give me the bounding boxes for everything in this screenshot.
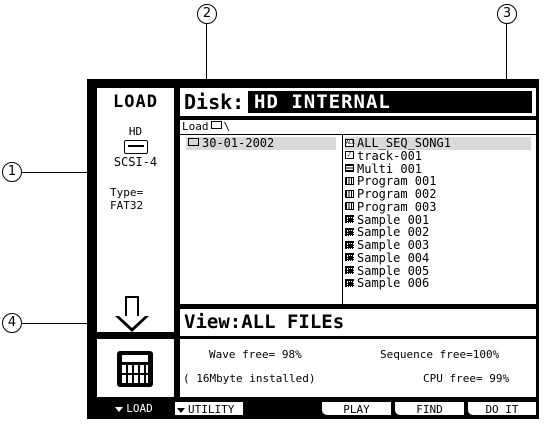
tab-utility[interactable]: UTILITY <box>174 401 244 416</box>
filesystem-type: Type= FAT32 <box>110 186 143 212</box>
function-key-bar: LOAD UTILITY PLAY FIND DO IT <box>90 401 538 417</box>
play-button[interactable]: PLAY <box>321 401 392 416</box>
folder-icon <box>188 138 199 146</box>
path-separator: \ <box>223 120 231 133</box>
program-icon <box>345 202 354 211</box>
sampler-icon-box <box>97 339 174 397</box>
down-arrow-icon <box>125 296 139 318</box>
sampler-icon <box>117 351 153 387</box>
tab-utility-label: UTILITY <box>188 403 235 416</box>
callout-1: 1 <box>2 162 22 182</box>
sample-icon <box>345 266 354 274</box>
path-root: Load <box>182 120 209 133</box>
file-list: ALL_SEQ_SONG1track-001Multi 001Program 0… <box>345 135 533 304</box>
file-item[interactable]: Sample 006 <box>345 277 531 290</box>
sample-icon <box>345 240 354 249</box>
sample-icon <box>345 278 354 287</box>
sequence-free: Sequence free=100% <box>380 348 500 361</box>
down-arrow-head-fill <box>119 316 145 328</box>
cpu-free: CPU free= 99% <box>423 372 510 385</box>
multi-icon <box>345 164 354 172</box>
program-icon <box>345 176 354 185</box>
wave-free: Wave free= 98% <box>209 348 302 361</box>
tab-load-label: LOAD <box>126 402 153 415</box>
type-value: FAT32 <box>110 199 144 212</box>
disk-field[interactable]: HD INTERNAL <box>248 91 532 113</box>
view-label: View: <box>184 311 242 333</box>
scsi-id: SCSI-4 <box>113 155 158 169</box>
program-icon <box>345 189 354 198</box>
device-label: HD <box>128 125 143 138</box>
tab-indicator-icon <box>115 406 124 412</box>
find-button-label: FIND <box>416 403 443 416</box>
file-name: Sample 006 <box>357 276 430 291</box>
callout-4: 4 <box>2 313 22 333</box>
memory-status: Wave free= 98% Sequence free=100% ( 16Mb… <box>180 339 536 397</box>
directory-item[interactable]: 30-01-2002 <box>186 137 336 150</box>
type-label: Type= <box>110 186 144 199</box>
sample-icon <box>345 253 354 262</box>
path-display: Load \ <box>182 120 230 133</box>
sample-icon <box>345 215 354 223</box>
tab-indicator-icon <box>177 407 185 413</box>
callout-3: 3 <box>497 4 517 24</box>
file-browser: Load \ 30-01-2002 ALL_SEQ_SONG1track-001M… <box>180 120 536 304</box>
view-display: View:ALL FILEs <box>184 311 344 333</box>
mode-title: LOAD <box>113 92 158 112</box>
folder-icon <box>210 121 222 129</box>
callout-2: 2 <box>197 4 217 24</box>
path-bar: Load \ <box>180 120 536 135</box>
play-button-label: PLAY <box>343 403 370 416</box>
memory-installed: ( 16Mbyte installed) <box>183 372 316 385</box>
disk-selector[interactable]: Disk: HD INTERNAL <box>180 88 536 116</box>
hard-drive-icon <box>124 140 148 154</box>
all-seq-icon <box>345 138 355 147</box>
disk-label: Disk: <box>184 90 245 114</box>
directory-name: 30-01-2002 <box>202 136 275 150</box>
directory-list: 30-01-2002 <box>180 135 343 304</box>
find-button[interactable]: FIND <box>394 401 465 416</box>
sequence-icon <box>345 151 354 160</box>
tab-load[interactable]: LOAD <box>96 401 172 416</box>
sample-icon <box>345 227 354 236</box>
disk-value: HD INTERNAL <box>254 91 391 113</box>
view-selector[interactable]: View:ALL FILEs <box>180 309 536 336</box>
do-it-button[interactable]: DO IT <box>467 401 537 416</box>
view-value[interactable]: ALL FILEs <box>241 311 344 333</box>
do-it-button-label: DO IT <box>485 403 519 416</box>
